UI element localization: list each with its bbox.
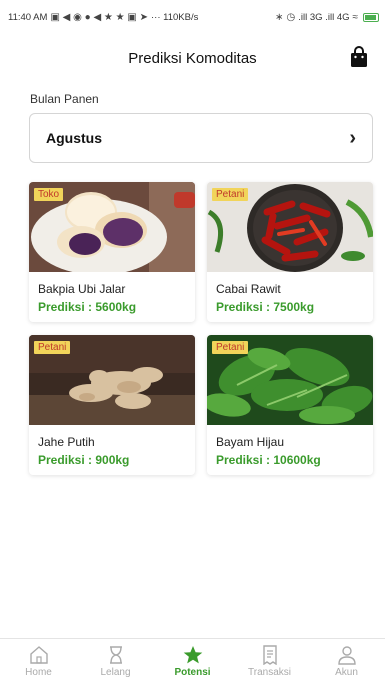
wifi-icon: ≈ [352, 11, 359, 23]
nav-label-potensi: Potensi [174, 667, 211, 678]
product-image: Toko [29, 182, 195, 272]
product-prediction: Prediksi : 900kg [38, 453, 130, 467]
home-icon [29, 646, 48, 664]
seller-type-badge: Petani [34, 341, 71, 354]
nav-label-akun: Akun [335, 667, 358, 678]
harvest-month-select[interactable]: Agustus › [29, 113, 373, 163]
status-time: 11:40 AM [8, 11, 48, 23]
nav-item-lelang[interactable]: Lelang [77, 639, 154, 682]
bottom-navigation: Home Lelang Potensi Transaksi Akun [0, 638, 385, 682]
seller-type-badge: Petani [212, 188, 249, 201]
status-bar: 11:40 AM ▣ ◀ ◉ ● ◀ ★ ★ ▣ ➤ ··· 110KB/s ∗… [0, 0, 385, 34]
status-left: 11:40 AM ▣ ◀ ◉ ● ◀ ★ ★ ▣ ➤ ··· 110KB/s [8, 12, 198, 23]
nav-item-potensi[interactable]: Potensi [154, 639, 231, 682]
user-icon [337, 646, 356, 665]
signal-strength: .ill 3G .ill 4G [298, 11, 350, 23]
product-prediction: Prediksi : 5600kg [38, 300, 137, 314]
product-image: Petani [207, 335, 373, 425]
notification-icons: ▣ ◀ ◉ ● ◀ ★ ★ ▣ ➤ [50, 11, 149, 23]
receipt-icon [262, 645, 277, 665]
nav-item-akun[interactable]: Akun [308, 639, 385, 682]
product-card[interactable]: Petani Jahe Putih Prediksi : 900kg [29, 335, 195, 475]
shopping-bag-icon[interactable] [349, 46, 369, 68]
product-card[interactable]: Petani Bayam Hijau Prediksi : 10600kg [207, 335, 373, 475]
app-header: Prediksi Komoditas [0, 34, 385, 82]
product-name: Cabai Rawit [216, 282, 281, 296]
nav-label-home: Home [25, 667, 52, 678]
product-name: Bakpia Ubi Jalar [38, 282, 126, 296]
alarm-icon: ◷ [286, 11, 296, 23]
nav-item-home[interactable]: Home [0, 639, 77, 682]
status-right: ∗ ◷ .ill 3G .ill 4G ≈ [275, 12, 379, 23]
selected-month: Agustus [46, 130, 102, 146]
bluetooth-icon: ∗ [275, 11, 284, 23]
nav-label-lelang: Lelang [100, 667, 131, 678]
seller-type-badge: Petani [212, 341, 249, 354]
hourglass-icon [109, 646, 122, 664]
product-card[interactable]: Petani Cabai Rawit Prediksi : 7500kg [207, 182, 373, 322]
product-image: Petani [29, 335, 195, 425]
nav-label-transaksi: Transaksi [248, 667, 291, 678]
product-image: Petani [207, 182, 373, 272]
star-icon [183, 646, 202, 664]
chevron-right-icon: › [349, 127, 356, 149]
product-name: Bayam Hijau [216, 435, 285, 449]
battery-icon [363, 12, 379, 22]
product-prediction: Prediksi : 7500kg [216, 300, 315, 314]
network-speed: ··· 110KB/s [151, 11, 199, 23]
product-name: Jahe Putih [38, 435, 95, 449]
product-prediction: Prediksi : 10600kg [216, 453, 321, 467]
product-card[interactable]: Toko Bakpia Ubi Jalar Prediksi : 5600kg [29, 182, 195, 322]
harvest-month-label: Bulan Panen [30, 92, 99, 106]
page-title: Prediksi Komoditas [128, 49, 257, 67]
nav-item-transaksi[interactable]: Transaksi [231, 639, 308, 682]
seller-type-badge: Toko [34, 188, 64, 201]
